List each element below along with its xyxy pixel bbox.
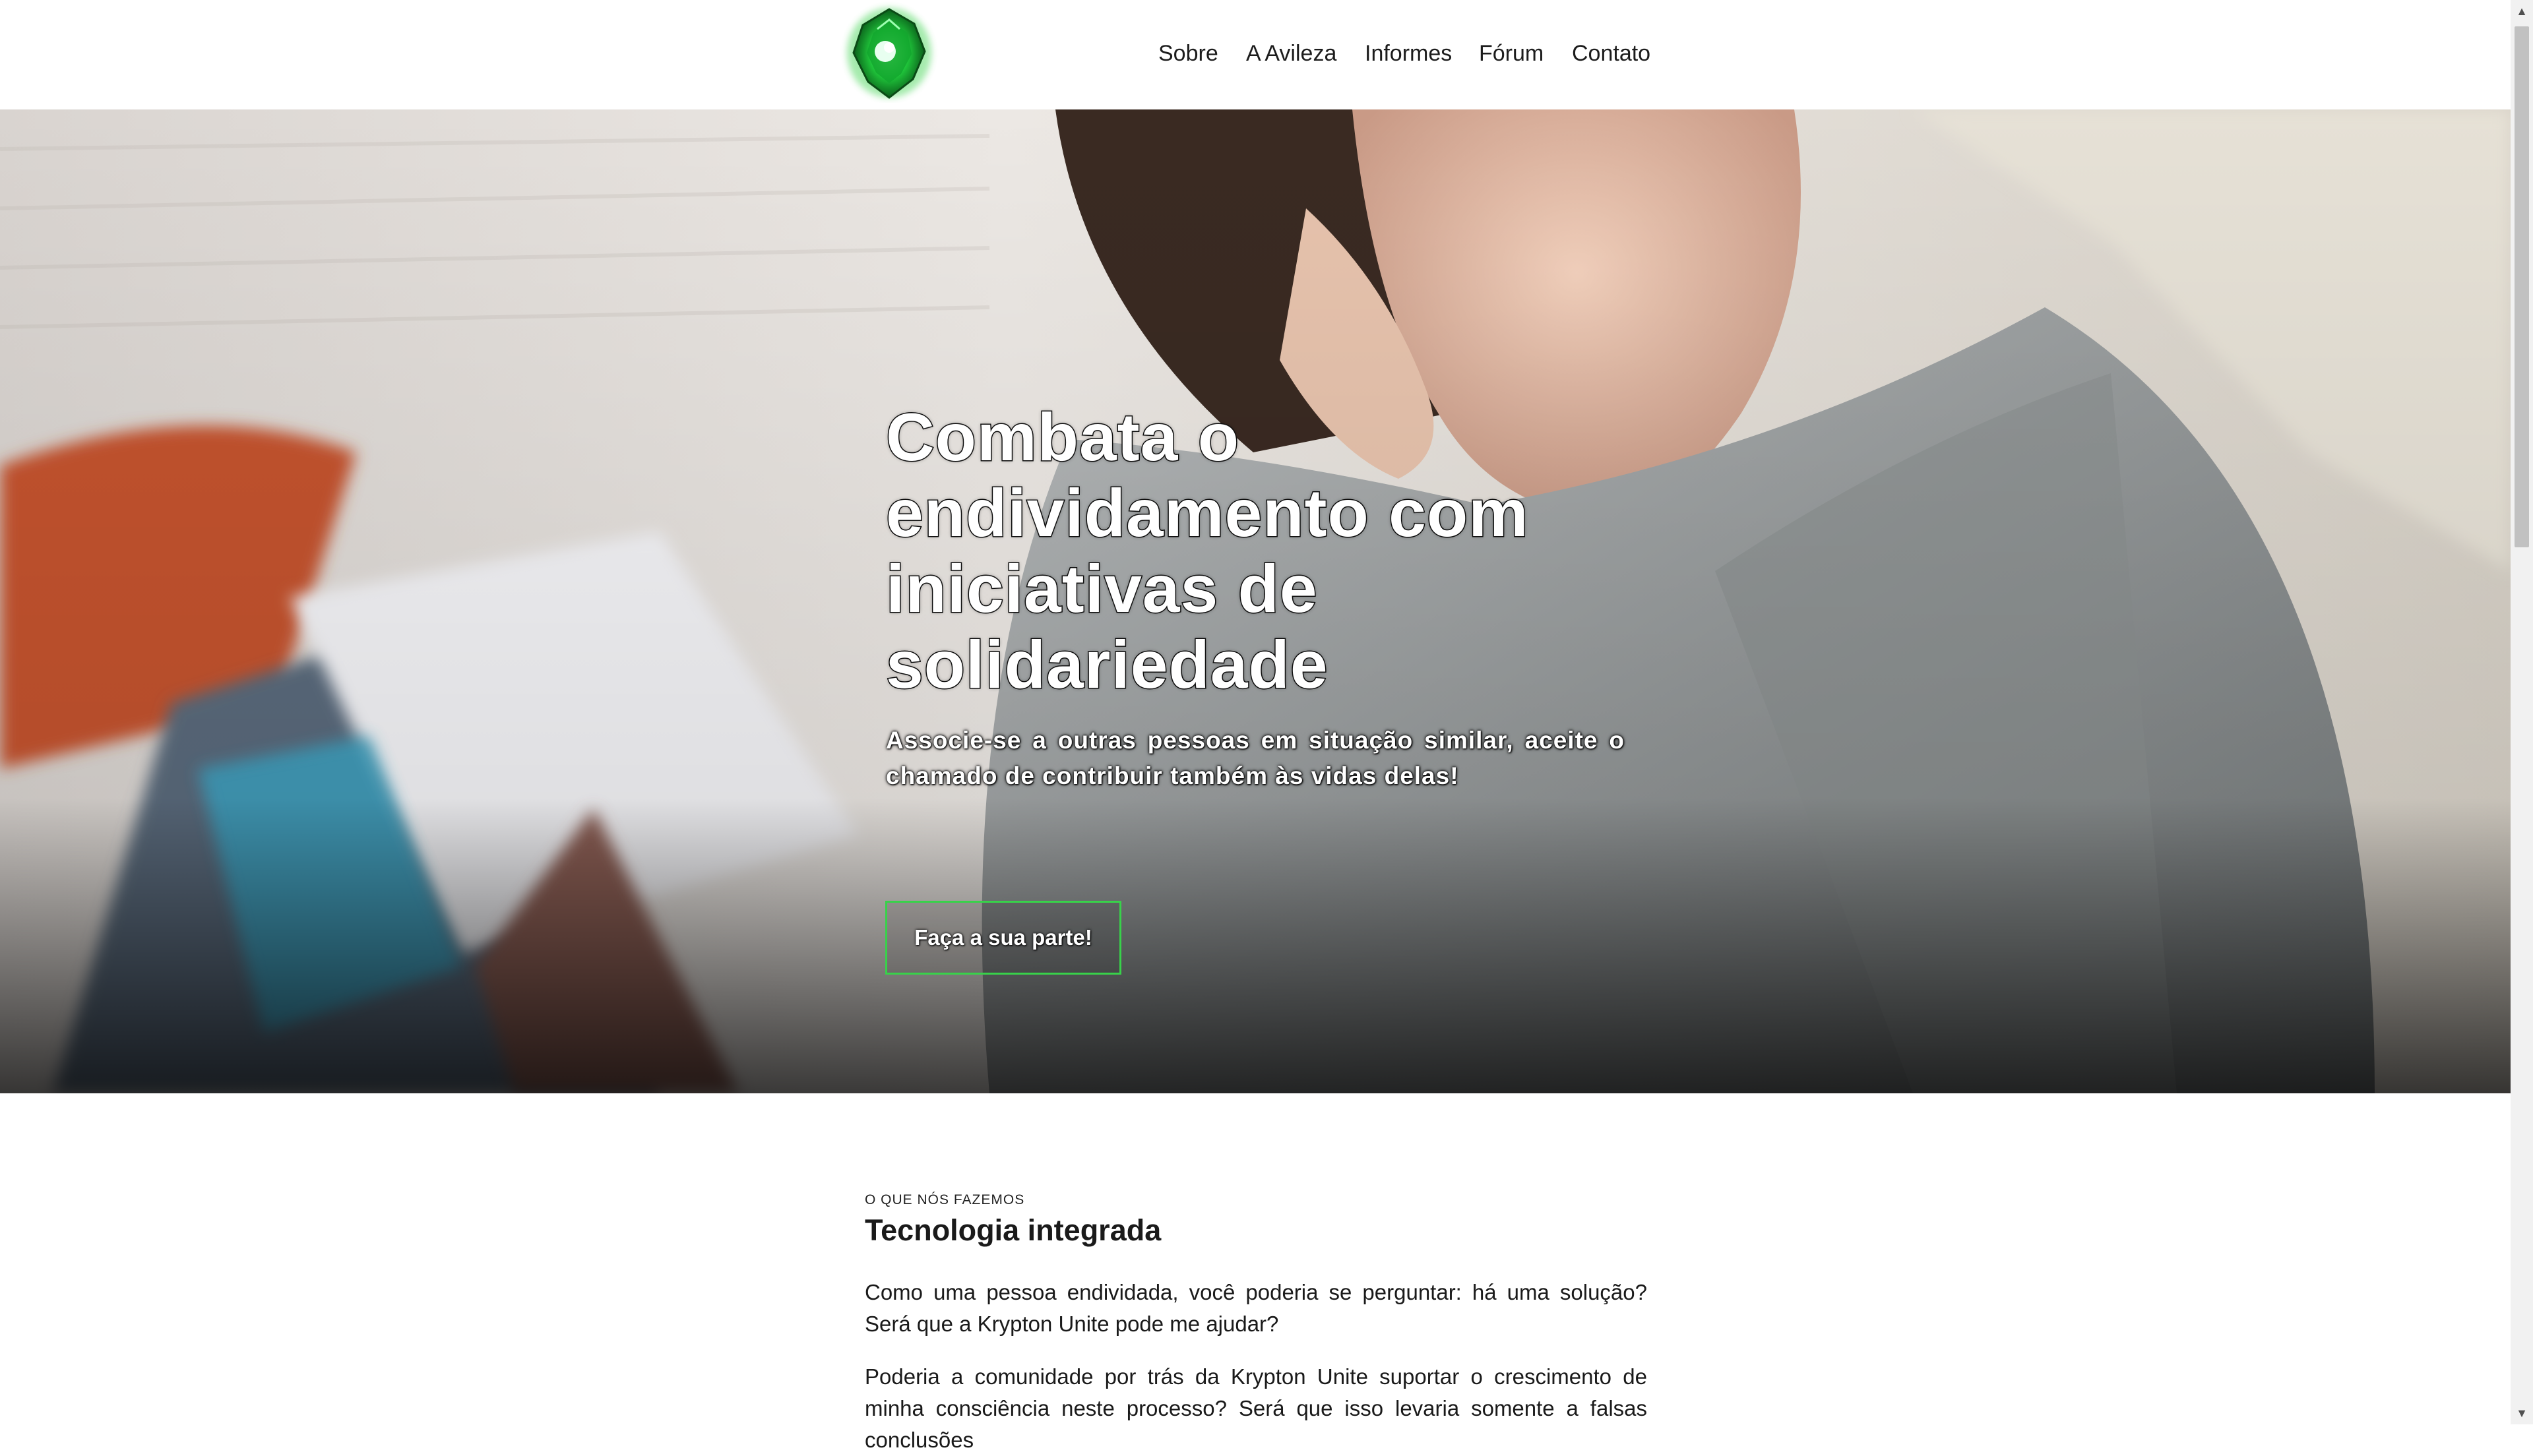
scrollbar-thumb[interactable]: [2515, 26, 2529, 547]
hero-title: Combata o endividamento com iniciativas …: [885, 399, 1530, 704]
hero-subtitle: Associe-se a outras pessoas em situação …: [886, 727, 1625, 789]
nav-item-informes[interactable]: Informes: [1365, 41, 1452, 67]
section-paragraph-1: Como uma pessoa endividada, você poderia…: [865, 1280, 1647, 1336]
scroll-down-arrow-icon[interactable]: ▼: [2511, 1402, 2533, 1424]
site-header: Sobre A Avileza Informes Fórum Contato: [0, 0, 2511, 109]
nav-item-contato[interactable]: Contato: [1572, 41, 1650, 67]
cta-button[interactable]: Faça a sua parte!: [885, 901, 1121, 975]
page-scrollbar[interactable]: ▲ ▼: [2511, 0, 2533, 1424]
section-title: Tecnologia integrada: [865, 1213, 1162, 1247]
nav-item-forum[interactable]: Fórum: [1479, 41, 1544, 67]
hero-banner: Combata o endividamento com iniciativas …: [0, 109, 2511, 1093]
section-paragraph-2: Poderia a comunidade por trás da Krypton…: [865, 1364, 1647, 1452]
nav-item-sobre[interactable]: Sobre: [1158, 41, 1218, 67]
scroll-up-arrow-icon[interactable]: ▲: [2511, 0, 2533, 22]
section-eyebrow: O QUE NÓS FAZEMOS: [865, 1192, 1025, 1207]
green-gem-logo-icon[interactable]: [839, 0, 939, 103]
nav-item-a-avileza[interactable]: A Avileza: [1246, 41, 1336, 67]
